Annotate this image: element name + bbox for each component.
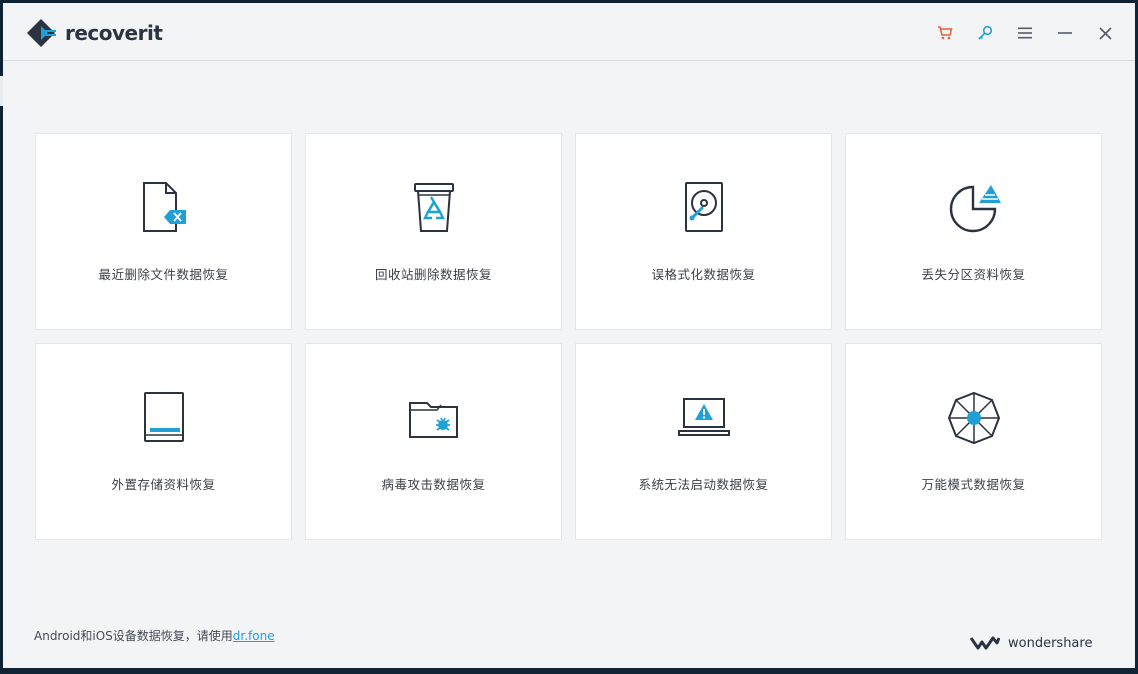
footer-note: Android和iOS设备数据恢复，请使用dr.fone xyxy=(34,627,275,644)
drfone-link[interactable]: dr.fone xyxy=(233,629,275,643)
close-button[interactable] xyxy=(1085,21,1125,45)
card-label: 最近删除文件数据恢复 xyxy=(98,267,229,282)
card-label: 万能模式数据恢复 xyxy=(921,477,1026,492)
app-logo-text: recoverit xyxy=(65,21,163,45)
card-lost-partition[interactable]: 丢失分区资料恢复 xyxy=(845,133,1102,330)
close-icon xyxy=(1098,26,1112,40)
minimize-icon xyxy=(1058,32,1072,34)
card-crashed-computer[interactable]: 系统无法启动数据恢复 xyxy=(575,343,832,540)
cart-icon xyxy=(938,26,953,40)
card-formatted-disk[interactable]: 误格式化数据恢复 xyxy=(575,133,832,330)
minimize-button[interactable] xyxy=(1045,21,1085,45)
card-label: 回收站删除数据恢复 xyxy=(374,267,492,282)
titlebar-controls xyxy=(925,21,1125,45)
titlebar: recoverit xyxy=(3,3,1135,61)
cart-button[interactable] xyxy=(925,21,965,45)
card-label: 丢失分区资料恢复 xyxy=(921,267,1026,282)
card-label: 系统无法启动数据恢复 xyxy=(638,477,769,492)
card-deleted-files[interactable]: 最近删除文件数据恢复 xyxy=(35,133,292,330)
lost-partition-icon xyxy=(946,180,1002,236)
key-icon xyxy=(978,25,993,40)
virus-folder-icon xyxy=(406,390,462,446)
card-all-around[interactable]: 万能模式数据恢复 xyxy=(845,343,1102,540)
crashed-computer-icon xyxy=(676,390,732,446)
app-window: recoverit 最近删除文件数据恢复 回收站删除数据恢复 误格式化数据恢复 … xyxy=(3,3,1135,668)
brand-text: wondershare xyxy=(1008,635,1093,651)
recycle-bin-icon xyxy=(406,180,462,236)
app-logo: recoverit xyxy=(25,17,163,49)
card-label: 误格式化数据恢复 xyxy=(651,267,756,282)
wondershare-logo-icon xyxy=(970,636,1000,650)
card-external-storage[interactable]: 外置存储资料恢复 xyxy=(35,343,292,540)
formatted-disk-icon xyxy=(676,180,732,236)
external-storage-icon xyxy=(136,390,192,446)
menu-icon xyxy=(1018,27,1032,39)
card-virus-attack[interactable]: 病毒攻击数据恢复 xyxy=(305,343,562,540)
deleted-file-icon xyxy=(136,180,192,236)
footer-note-text: Android和iOS设备数据恢复，请使用 xyxy=(34,629,233,643)
recovery-mode-grid: 最近删除文件数据恢复 回收站删除数据恢复 误格式化数据恢复 丢失分区资料恢复 外… xyxy=(35,133,1102,540)
card-label: 外置存储资料恢复 xyxy=(111,477,216,492)
card-recycle-bin[interactable]: 回收站删除数据恢复 xyxy=(305,133,562,330)
menu-button[interactable] xyxy=(1005,21,1045,45)
wondershare-brand: wondershare xyxy=(970,635,1092,651)
recoverit-logo-icon xyxy=(27,19,56,47)
all-around-icon xyxy=(946,390,1002,446)
card-label: 病毒攻击数据恢复 xyxy=(381,477,486,492)
register-button[interactable] xyxy=(965,21,1005,45)
